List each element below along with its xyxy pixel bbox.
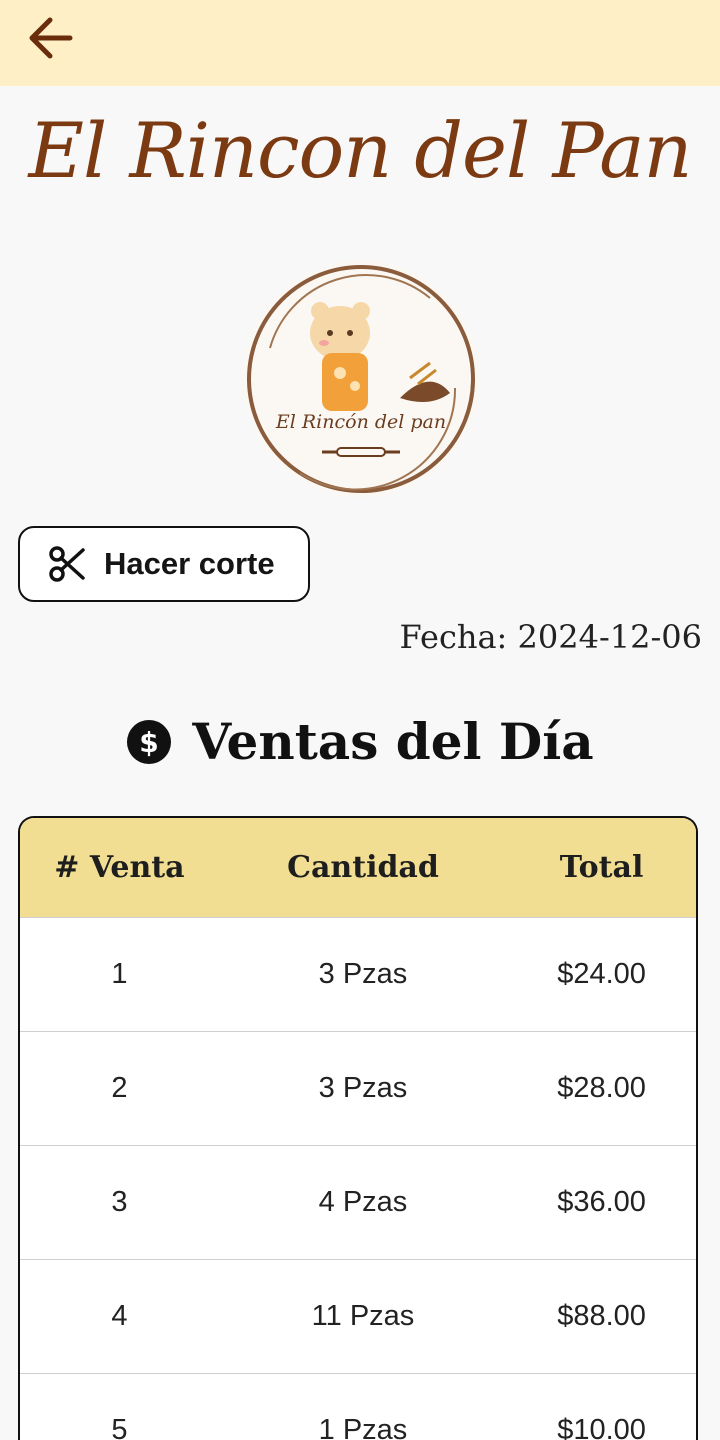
- scissors-icon: [48, 544, 88, 584]
- sale-quantity: 4 Pzas: [318, 1186, 408, 1218]
- sale-number: 2: [111, 1072, 128, 1104]
- app-title: El Rincon del Pan: [28, 106, 693, 195]
- sale-quantity: 11 Pzas: [311, 1300, 415, 1332]
- sale-total: $36.00: [557, 1186, 646, 1218]
- sale-quantity: 3 Pzas: [318, 958, 408, 990]
- table-row[interactable]: 5 1 Pzas $10.00: [20, 1374, 696, 1440]
- column-header-total: Total: [559, 850, 644, 885]
- sale-number: 4: [111, 1300, 128, 1332]
- cut-button[interactable]: Hacer corte: [18, 526, 310, 602]
- table-header: # Venta Cantidad Total: [20, 818, 696, 918]
- date-label: Fecha: 2024-12-06: [399, 618, 702, 656]
- sale-total: $10.00: [557, 1414, 646, 1440]
- column-header-quantity: Cantidad: [287, 850, 439, 885]
- table-row[interactable]: 4 11 Pzas $88.00: [20, 1260, 696, 1374]
- sale-number: 5: [111, 1414, 128, 1440]
- svg-text:$: $: [140, 726, 159, 759]
- table-row[interactable]: 1 3 Pzas $24.00: [20, 918, 696, 1032]
- table-row[interactable]: 3 4 Pzas $36.00: [20, 1146, 696, 1260]
- sale-number: 1: [111, 958, 128, 990]
- sale-total: $28.00: [557, 1072, 646, 1104]
- sales-table: # Venta Cantidad Total 1 3 Pzas $24.00 2…: [18, 816, 698, 1440]
- sale-total: $24.00: [557, 958, 646, 990]
- table-row[interactable]: 2 3 Pzas $28.00: [20, 1032, 696, 1146]
- arrow-back-icon: [29, 17, 73, 59]
- logo-text: El Rincón del pan: [275, 411, 446, 433]
- sale-quantity: 3 Pzas: [318, 1072, 408, 1104]
- sale-total: $88.00: [557, 1300, 646, 1332]
- sale-number: 3: [111, 1186, 128, 1218]
- sale-quantity: 1 Pzas: [318, 1414, 408, 1440]
- sales-title: Ventas del Día: [192, 712, 594, 771]
- bakery-logo: El Rincón del pan: [243, 261, 479, 497]
- dollar-coin-icon: $: [127, 719, 172, 764]
- top-app-bar: [0, 0, 720, 86]
- sales-section-title: $ Ventas del Día: [0, 712, 720, 771]
- column-header-sale-number: # Venta: [54, 850, 185, 885]
- cut-button-label: Hacer corte: [104, 546, 275, 581]
- back-button[interactable]: [18, 10, 82, 66]
